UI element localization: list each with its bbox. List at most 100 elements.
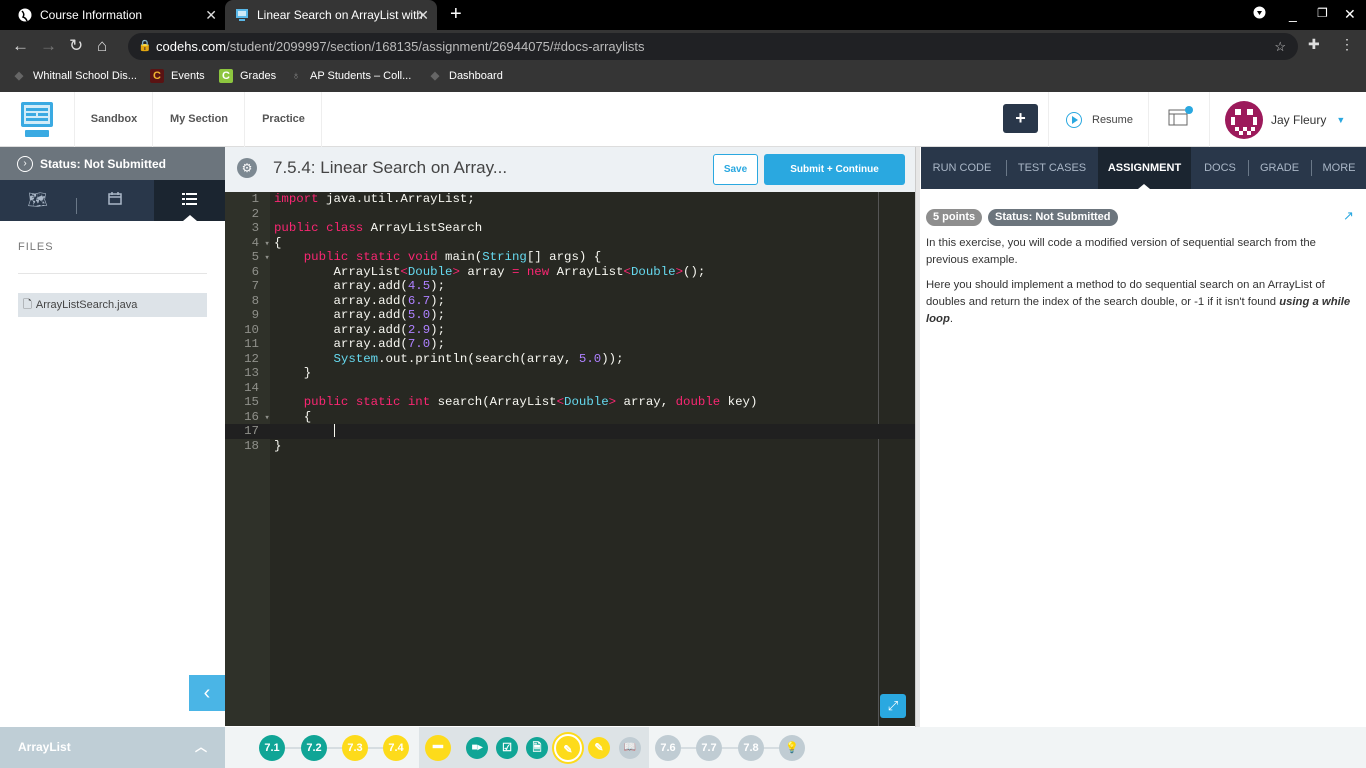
- collapse-panel-button[interactable]: ‹: [189, 675, 225, 711]
- module-selector[interactable]: ArrayList ︿: [0, 727, 225, 768]
- tab-files[interactable]: [154, 180, 225, 221]
- progress-item-current-lesson[interactable]: ━: [425, 735, 451, 761]
- back-icon[interactable]: ←: [12, 36, 29, 56]
- bookmark-events[interactable]: C Events: [150, 69, 205, 83]
- gear-icon[interactable]: ⚙: [237, 158, 257, 178]
- bookmark-dashboard[interactable]: ◆ Dashboard: [428, 69, 503, 83]
- tab-run-code[interactable]: RUN CODE: [921, 147, 1003, 189]
- progress-item-extra[interactable]: 💡: [779, 735, 805, 761]
- tab-test-cases[interactable]: TEST CASES: [1009, 147, 1095, 189]
- code-text: }: [270, 439, 281, 454]
- close-tab-icon[interactable]: ✕: [417, 7, 429, 24]
- bookmark-grades[interactable]: C Grades: [219, 69, 276, 83]
- progress-item-7-6[interactable]: 7.6: [655, 735, 681, 761]
- submit-continue-button[interactable]: Submit + Continue: [764, 154, 905, 185]
- code-content[interactable]: 1 import java.util.ArrayList; 2 3 public cla…: [225, 192, 915, 453]
- progress-item-7-3[interactable]: 7.3: [342, 735, 368, 761]
- list-icon: [182, 193, 197, 205]
- code-line[interactable]: 9 array.add(5.0);: [225, 308, 915, 323]
- notifications-button[interactable]: [1148, 92, 1210, 147]
- bookmark-star-icon[interactable]: ☆: [1274, 33, 1286, 60]
- tab-calendar[interactable]: [77, 180, 152, 221]
- fold-toggle-icon[interactable]: ▾: [259, 411, 270, 426]
- code-token: static: [355, 250, 401, 264]
- save-button[interactable]: Save: [713, 154, 758, 185]
- code-line[interactable]: 16 ▾ {: [225, 410, 915, 425]
- progress-item-7-2[interactable]: 7.2: [301, 735, 327, 761]
- nav-sandbox[interactable]: Sandbox: [76, 92, 153, 147]
- progress-item-7-1[interactable]: 7.1: [259, 735, 285, 761]
- tab-title: Linear Search on ArrayList with W: [257, 8, 422, 22]
- tab-assignment[interactable]: ASSIGNMENT: [1098, 147, 1191, 189]
- line-number: 9: [251, 308, 259, 322]
- url-input[interactable]: 🔒 codehs.com/student/2099997/section/168…: [128, 33, 1298, 60]
- profile-icon[interactable]: [1253, 6, 1266, 22]
- url-path: /student/2099997/section/168135/assignme…: [226, 39, 645, 54]
- code-line[interactable]: 1 import java.util.ArrayList;: [225, 192, 915, 207]
- progress-item-reading[interactable]: 📖: [619, 737, 641, 759]
- progress-item-7-4[interactable]: 7.4: [383, 735, 409, 761]
- code-line[interactable]: 15 public static int search(ArrayList<Do…: [225, 395, 915, 410]
- progress-item-quiz[interactable]: ☑: [496, 737, 518, 759]
- progress-item-7-7[interactable]: 7.7: [696, 735, 722, 761]
- pencil-icon: ✎: [594, 742, 604, 754]
- code-line[interactable]: 2: [225, 207, 915, 222]
- code-line[interactable]: 17: [225, 424, 915, 439]
- reload-icon[interactable]: ↻: [69, 36, 83, 56]
- close-window-button[interactable]: ✕: [1344, 6, 1356, 23]
- forward-icon[interactable]: →: [40, 36, 57, 56]
- code-line[interactable]: 3 public class ArrayListSearch: [225, 221, 915, 236]
- progress-item-exercise[interactable]: ✎: [588, 737, 610, 759]
- codehs-logo[interactable]: [0, 92, 75, 147]
- resume-button[interactable]: Resume: [1048, 92, 1148, 147]
- code-line[interactable]: 14: [225, 381, 915, 396]
- code-line[interactable]: 6 ArrayList<Double> array = new ArrayLis…: [225, 265, 915, 280]
- browser-tab-course-information[interactable]: Course Information ✕: [0, 0, 225, 30]
- code-line[interactable]: 11 array.add(7.0);: [225, 337, 915, 352]
- code-line[interactable]: 4 ▾ {: [225, 236, 915, 251]
- restore-button[interactable]: ❐: [1317, 6, 1328, 20]
- code-line[interactable]: 5 ▾ public static void main(String[] arg…: [225, 250, 915, 265]
- progress-item-document[interactable]: 🗎: [526, 737, 548, 759]
- code-line[interactable]: 13 }: [225, 366, 915, 381]
- code-text: {: [270, 236, 281, 251]
- fold-toggle-icon[interactable]: ▾: [259, 237, 270, 252]
- tab-map[interactable]: 🗺: [0, 180, 75, 221]
- minimize-button[interactable]: _: [1289, 6, 1297, 22]
- extensions-icon[interactable]: ✚: [1308, 36, 1320, 53]
- progress-item-video[interactable]: ■▸: [466, 737, 488, 759]
- code-line[interactable]: 18}: [225, 439, 915, 454]
- pencil-icon: ✎: [563, 744, 573, 756]
- fold-toggle-icon[interactable]: ▾: [259, 251, 270, 266]
- code-token: ArrayList: [549, 264, 624, 279]
- tab-grade[interactable]: GRADE: [1251, 147, 1308, 189]
- tab-more[interactable]: MORE: [1314, 147, 1364, 189]
- code-line[interactable]: 12 System.out.println(search(array, 5.0)…: [225, 352, 915, 367]
- external-link-icon[interactable]: ↗: [1343, 208, 1354, 224]
- map-icon: 🗺: [27, 192, 48, 209]
- bookmark-ap-students[interactable]: ♁ AP Students – Coll...: [289, 69, 411, 83]
- fullscreen-button[interactable]: ⤢: [880, 694, 906, 718]
- create-button[interactable]: +: [1003, 104, 1038, 133]
- progress-item-7-8[interactable]: 7.8: [738, 735, 764, 761]
- code-line[interactable]: 10 array.add(2.9);: [225, 323, 915, 338]
- submission-status[interactable]: › Status: Not Submitted: [0, 147, 225, 180]
- panel-splitter[interactable]: [915, 147, 920, 727]
- user-menu[interactable]: Jay Fleury ▼: [1225, 101, 1345, 139]
- progress-item-current-exercise[interactable]: ✎: [554, 734, 582, 762]
- nav-my-section[interactable]: My Section: [154, 92, 245, 147]
- code-editor[interactable]: 1 import java.util.ArrayList; 2 3 public cla…: [225, 192, 915, 726]
- tab-docs[interactable]: DOCS: [1195, 147, 1245, 189]
- acorn-icon: ♁: [291, 70, 301, 82]
- new-tab-button[interactable]: +: [450, 3, 462, 26]
- browser-tab-linear-search[interactable]: Linear Search on ArrayList with W ✕: [225, 0, 437, 30]
- bookmark-whitnall[interactable]: ◆ Whitnall School Dis...: [12, 69, 137, 83]
- nav-practice[interactable]: Practice: [246, 92, 322, 147]
- home-icon[interactable]: ⌂: [97, 36, 107, 56]
- code-line[interactable]: 7 array.add(4.5);: [225, 279, 915, 294]
- file-item[interactable]: 🗋 ArrayListSearch.java: [18, 293, 207, 317]
- close-tab-icon[interactable]: ✕: [205, 7, 217, 24]
- menu-icon[interactable]: ⋮: [1340, 36, 1354, 53]
- code-line[interactable]: 8 array.add(6.7);: [225, 294, 915, 309]
